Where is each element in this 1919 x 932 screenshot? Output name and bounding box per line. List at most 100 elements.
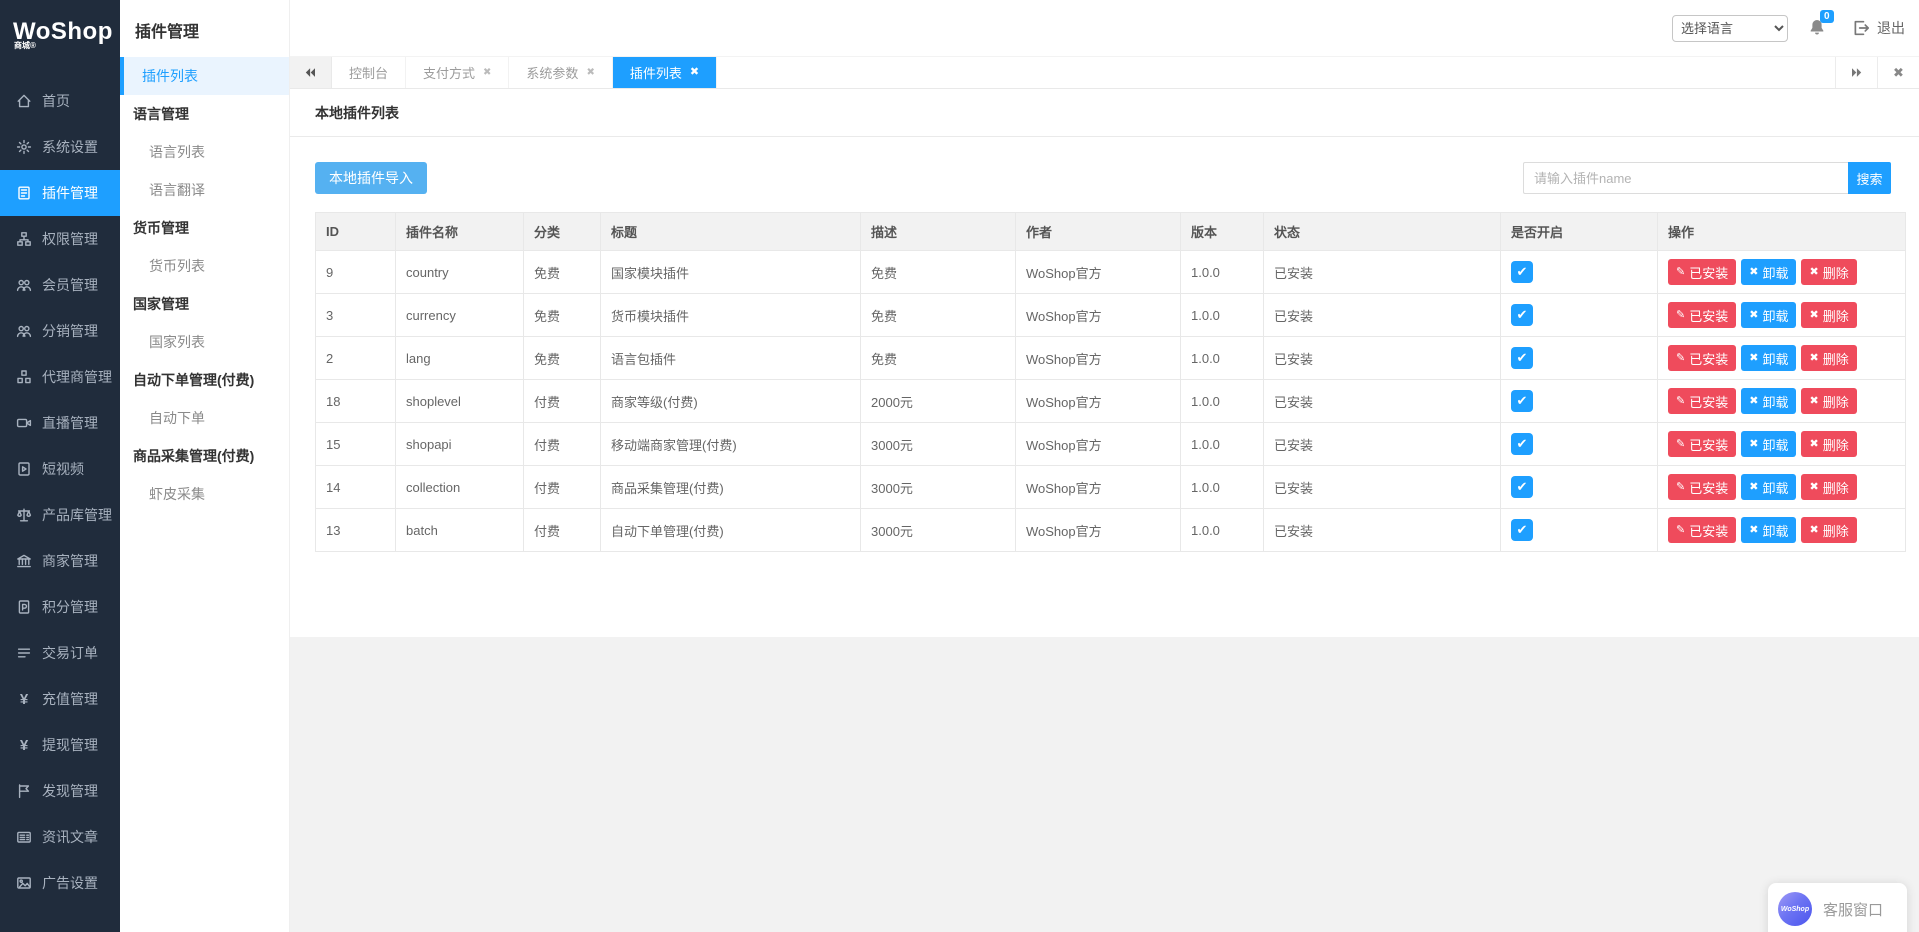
delete-button[interactable]: ✖删除	[1801, 259, 1856, 285]
sidebar-item-充值管理[interactable]: ¥充值管理	[0, 676, 120, 722]
import-plugin-button[interactable]: 本地插件导入	[315, 162, 427, 194]
sidebar-item-广告设置[interactable]: 广告设置	[0, 860, 120, 906]
installed-button[interactable]: ✎已安装	[1668, 259, 1736, 285]
enabled-toggle[interactable]: ✔	[1511, 476, 1533, 498]
chat-widget[interactable]: WoShop 客服窗口	[1768, 883, 1907, 932]
tab-close-icon[interactable]: ✖	[483, 68, 491, 78]
submenu-item-虾皮采集[interactable]: 虾皮采集	[120, 475, 289, 513]
installed-button[interactable]: ✎已安装	[1668, 302, 1736, 328]
sidebar-item-交易订单[interactable]: 交易订单	[0, 630, 120, 676]
sidebar-item-资讯文章[interactable]: 资讯文章	[0, 814, 120, 860]
uninstall-button[interactable]: ✖卸载	[1741, 345, 1796, 371]
sidebar-item-产品库管理[interactable]: 产品库管理	[0, 492, 120, 538]
submenu-item-货币列表[interactable]: 货币列表	[120, 247, 289, 285]
enabled-toggle[interactable]: ✔	[1511, 261, 1533, 283]
tab-系统参数[interactable]: 系统参数✖	[509, 57, 612, 88]
enabled-toggle[interactable]: ✔	[1511, 390, 1533, 412]
sidebar-item-发现管理[interactable]: 发现管理	[0, 768, 120, 814]
cell-status: 已安装	[1264, 466, 1501, 509]
submenu-item-label: 插件列表	[142, 66, 198, 86]
search-button[interactable]: 搜索	[1848, 162, 1891, 194]
delete-button[interactable]: ✖删除	[1801, 474, 1856, 500]
tab-label: 插件列表	[630, 63, 682, 82]
column-header: 操作	[1658, 213, 1906, 251]
installed-button[interactable]: ✎已安装	[1668, 474, 1736, 500]
delete-button[interactable]: ✖删除	[1801, 517, 1856, 543]
submenu-item-国家管理[interactable]: 国家管理	[120, 285, 289, 323]
installed-button[interactable]: ✎已安装	[1668, 388, 1736, 414]
uninstall-button[interactable]: ✖卸载	[1741, 388, 1796, 414]
sidebar-item-短视频[interactable]: 短视频	[0, 446, 120, 492]
submenu-item-商品采集管理(付费)[interactable]: 商品采集管理(付费)	[120, 437, 289, 475]
enabled-toggle[interactable]: ✔	[1511, 519, 1533, 541]
tab-插件列表[interactable]: 插件列表 ✖	[613, 57, 717, 88]
uninstall-button[interactable]: ✖卸载	[1741, 302, 1796, 328]
submenu-item-语言管理[interactable]: 语言管理	[120, 95, 289, 133]
uninstall-button[interactable]: ✖卸载	[1741, 431, 1796, 457]
submenu-item-货币管理[interactable]: 货币管理	[120, 209, 289, 247]
cell-status: 已安装	[1264, 423, 1501, 466]
sidebar-item-插件管理[interactable]: 插件管理	[0, 170, 120, 216]
enabled-toggle[interactable]: ✔	[1511, 304, 1533, 326]
search-input[interactable]	[1523, 162, 1848, 194]
delete-button[interactable]: ✖删除	[1801, 431, 1856, 457]
sidebar-item-分销管理[interactable]: 分销管理	[0, 308, 120, 354]
edit-icon: ✎	[1676, 267, 1685, 278]
column-header: 标题	[601, 213, 861, 251]
sidebar-item-积分管理[interactable]: 积分管理	[0, 584, 120, 630]
tab-支付方式[interactable]: 支付方式✖	[406, 57, 509, 88]
cell-title: 商家等级(付费)	[601, 380, 861, 423]
sidebar-item-系统设置[interactable]: 系统设置	[0, 124, 120, 170]
tab-close-icon[interactable]: ✖	[586, 68, 594, 78]
delete-button[interactable]: ✖删除	[1801, 302, 1856, 328]
camera-icon	[15, 415, 33, 431]
tabs-close-all[interactable]: ✖	[1877, 57, 1919, 88]
column-header: 描述	[861, 213, 1016, 251]
submenu-item-国家列表[interactable]: 国家列表	[120, 323, 289, 361]
sidebar-item-label: 直播管理	[42, 413, 98, 433]
notification-bell[interactable]: 0	[1808, 16, 1832, 40]
installed-button[interactable]: ✎已安装	[1668, 345, 1736, 371]
delete-button[interactable]: ✖删除	[1801, 388, 1856, 414]
tabs-scroll-left[interactable]	[290, 57, 332, 88]
uninstall-button[interactable]: ✖卸载	[1741, 474, 1796, 500]
table-row: 9country免费国家模块插件免费WoShop官方1.0.0已安装✔✎已安装✖…	[316, 251, 1906, 294]
delete-button[interactable]: ✖删除	[1801, 345, 1856, 371]
sidebar-item-代理商管理[interactable]: 代理商管理	[0, 354, 120, 400]
sidebar-item-首页[interactable]: 首页	[0, 78, 120, 124]
sidebar-item-提现管理[interactable]: ¥提现管理	[0, 722, 120, 768]
uninstall-button[interactable]: ✖卸载	[1741, 517, 1796, 543]
submenu-item-插件列表[interactable]: 插件列表	[120, 57, 289, 95]
sidebar-menu: 首页系统设置插件管理权限管理会员管理分销管理代理商管理直播管理短视频产品库管理商…	[0, 78, 120, 906]
logo[interactable]: WoShop商城®	[0, 0, 120, 78]
table-row: 14collection付费商品采集管理(付费)3000元WoShop官方1.0…	[316, 466, 1906, 509]
submenu-item-语言列表[interactable]: 语言列表	[120, 133, 289, 171]
tabs-scroll-right[interactable]	[1835, 57, 1877, 88]
sidebar-item-权限管理[interactable]: 权限管理	[0, 216, 120, 262]
users-icon	[15, 323, 33, 339]
cell-id: 2	[316, 337, 396, 380]
cell-category: 免费	[524, 337, 601, 380]
enabled-toggle[interactable]: ✔	[1511, 433, 1533, 455]
installed-button[interactable]: ✎已安装	[1668, 517, 1736, 543]
tab-label: 控制台	[349, 63, 388, 82]
tab-close-icon[interactable]: ✖	[690, 67, 699, 78]
submenu-item-语言翻译[interactable]: 语言翻译	[120, 171, 289, 209]
sidebar-item-会员管理[interactable]: 会员管理	[0, 262, 120, 308]
content-panel: 本地插件列表 本地插件导入 搜索 ID插件名称分类标题描述作者版本状态是否开启操…	[290, 89, 1919, 637]
tab-控制台[interactable]: 控制台	[332, 57, 406, 88]
edit-icon: ✎	[1676, 396, 1685, 407]
sidebar-item-直播管理[interactable]: 直播管理	[0, 400, 120, 446]
uninstall-button[interactable]: ✖卸载	[1741, 259, 1796, 285]
submenu-item-自动下单[interactable]: 自动下单	[120, 399, 289, 437]
sidebar-item-商家管理[interactable]: 商家管理	[0, 538, 120, 584]
sidebar-item-label: 商家管理	[42, 551, 98, 571]
submenu-item-自动下单管理(付费)[interactable]: 自动下单管理(付费)	[120, 361, 289, 399]
edit-icon: ✎	[1676, 525, 1685, 536]
installed-button[interactable]: ✎已安装	[1668, 431, 1736, 457]
cell-desc: 3000元	[861, 466, 1016, 509]
logout-button[interactable]: 退出	[1852, 18, 1905, 38]
enabled-toggle[interactable]: ✔	[1511, 347, 1533, 369]
sidebar-item-label: 系统设置	[42, 137, 98, 157]
language-select[interactable]: 选择语言	[1672, 15, 1788, 42]
